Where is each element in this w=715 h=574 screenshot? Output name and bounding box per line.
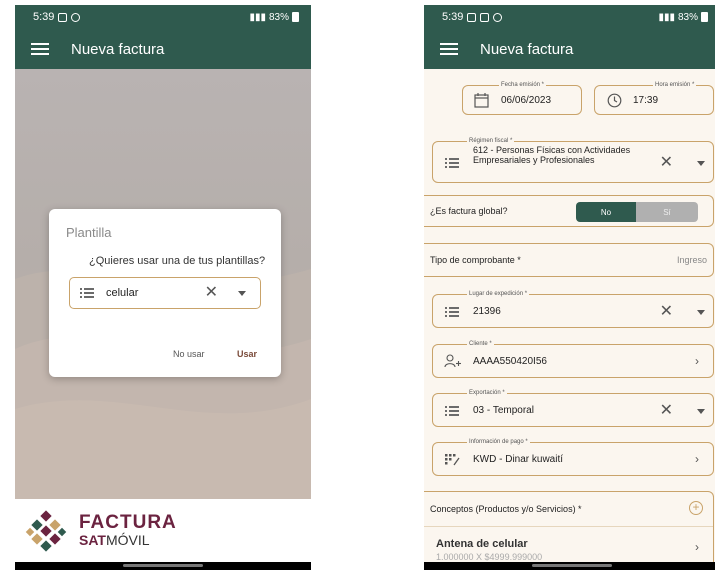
informacion-pago-value: KWD - Dinar kuwaití (473, 454, 564, 465)
regimen-fiscal-label: Régimen fiscal * (467, 137, 515, 145)
cliente-label: Cliente * (467, 340, 494, 348)
list-icon (445, 158, 459, 168)
status-bar: 5:39 ▮▮▮ 83% (424, 5, 715, 29)
chevron-right-icon[interactable]: › (695, 354, 699, 368)
tipo-comprobante-field[interactable]: Tipo de comprobante * Ingreso (424, 243, 714, 277)
logo-movil: MÓVIL (105, 532, 150, 548)
whatsapp-icon (71, 12, 81, 22)
system-nav-bar (424, 562, 715, 570)
template-select[interactable]: celular ✕ (69, 277, 261, 309)
page-title: Nueva factura (480, 40, 574, 58)
informacion-pago-label: Información de pago * (467, 438, 530, 446)
toggle-si-option[interactable]: Sí (636, 202, 698, 222)
logo-subtitle: SATMÓVIL (79, 532, 177, 548)
status-time: 5:39 (33, 11, 55, 23)
conceptos-section: Conceptos (Productos y/o Servicios) * + … (424, 491, 714, 562)
system-nav-bar (15, 562, 311, 570)
fecha-emision-label: Fecha emisión * (499, 81, 547, 89)
cliente-value: AAAA550420I56 (473, 356, 547, 367)
factura-logo-icon (25, 509, 67, 552)
image-icon (58, 12, 68, 22)
battery-icon (292, 12, 299, 22)
clear-icon[interactable]: ✕ (205, 285, 218, 301)
dialog-title: Plantilla (66, 225, 112, 240)
battery-level: 83% (677, 11, 698, 23)
home-gesture-bar[interactable] (123, 564, 203, 567)
add-concept-icon[interactable]: + (689, 501, 703, 515)
signal-icon: ▮▮▮ (658, 11, 675, 23)
clear-icon[interactable]: ✕ (660, 304, 673, 320)
left-phone-screen: 5:39 ▮▮▮ 83% Nueva factura Plantilla ¿Qu… (15, 5, 311, 570)
page-title: Nueva factura (71, 40, 165, 58)
clock-icon (607, 93, 622, 108)
template-dialog: Plantilla ¿Quieres usar una de tus plant… (49, 209, 281, 377)
toggle-no-option[interactable]: No (576, 202, 636, 222)
logo-sat: SAT (79, 532, 106, 548)
clear-icon[interactable]: ✕ (660, 403, 673, 419)
dialog-message: ¿Quieres usar una de tus plantillas? (89, 255, 266, 267)
chevron-right-icon[interactable]: › (695, 452, 699, 466)
fecha-emision-field[interactable]: Fecha emisión * 06/06/2023 (462, 81, 582, 115)
factura-global-row: ¿Es factura global? No Sí (424, 195, 714, 227)
image-icon (480, 12, 490, 22)
battery-icon (701, 12, 708, 22)
usar-button[interactable]: Usar (237, 349, 257, 359)
conceptos-label: Conceptos (Productos y/o Servicios) * (430, 504, 582, 514)
concept-item-detail: 1.000000 X $4999.999000 (436, 552, 543, 562)
right-phone-screen: 5:39 ▮▮▮ 83% Nueva factura Fecha emisión… (424, 5, 715, 570)
fecha-emision-value: 06/06/2023 (501, 95, 552, 106)
exportacion-label: Exportación * (467, 389, 507, 397)
regimen-fiscal-value: 612 - Personas Físicas con Actividades E… (473, 145, 631, 165)
factura-global-toggle[interactable]: No Sí (576, 202, 698, 222)
concept-item[interactable]: Antena de celular 1.000000 X $4999.99900… (424, 532, 713, 562)
menu-icon[interactable] (31, 43, 49, 55)
list-icon (445, 307, 459, 317)
clear-icon[interactable]: ✕ (660, 155, 673, 171)
concept-item-name: Antena de celular (436, 538, 528, 550)
list-icon (80, 288, 94, 298)
calendar-icon (474, 93, 489, 108)
app-bar: Nueva factura (424, 29, 715, 69)
signal-icon: ▮▮▮ (249, 11, 266, 23)
tipo-comprobante-label: Tipo de comprobante * (430, 255, 521, 265)
invoice-form: Fecha emisión * 06/06/2023 Hora emisión … (424, 69, 715, 562)
app-bar: Nueva factura (15, 29, 311, 69)
template-select-value: celular (106, 287, 139, 299)
home-gesture-bar[interactable] (532, 564, 612, 567)
factura-global-label: ¿Es factura global? (430, 206, 508, 216)
regimen-fiscal-field[interactable]: Régimen fiscal * 612 - Personas Físicas … (432, 137, 714, 183)
menu-icon[interactable] (440, 43, 458, 55)
hora-emision-field[interactable]: Hora emisión * 17:39 (594, 81, 714, 115)
keypad-icon (445, 454, 460, 466)
logo-title: FACTURA (79, 512, 177, 533)
lugar-expedicion-label: Lugar de expedición * (467, 290, 530, 298)
chevron-down-icon[interactable] (697, 161, 705, 166)
divider (424, 526, 713, 527)
battery-level: 83% (268, 11, 289, 23)
chevron-down-icon[interactable] (238, 290, 246, 296)
chevron-down-icon[interactable] (697, 409, 705, 414)
exportacion-value: 03 - Temporal (473, 405, 534, 416)
brand-footer: FACTURA SATMÓVIL (15, 499, 311, 562)
status-time: 5:39 (442, 11, 464, 23)
lugar-expedicion-value: 21396 (473, 306, 501, 317)
chevron-right-icon[interactable]: › (695, 540, 699, 554)
dimmed-background: Plantilla ¿Quieres usar una de tus plant… (15, 69, 311, 499)
hora-emision-label: Hora emisión * (653, 81, 697, 89)
list-icon (445, 406, 459, 416)
cliente-field[interactable]: Cliente * AAAA550420I56 › (432, 340, 714, 378)
no-usar-button[interactable]: No usar (173, 349, 205, 359)
chevron-down-icon[interactable] (697, 310, 705, 315)
exportacion-field[interactable]: Exportación * 03 - Temporal ✕ (432, 389, 714, 427)
image-icon (467, 12, 477, 22)
hora-emision-value: 17:39 (633, 95, 659, 106)
whatsapp-icon (493, 12, 503, 22)
lugar-expedicion-field[interactable]: Lugar de expedición * 21396 ✕ (432, 290, 714, 328)
status-bar: 5:39 ▮▮▮ 83% (15, 5, 311, 29)
tipo-comprobante-value: Ingreso (676, 255, 707, 265)
add-person-icon (444, 354, 461, 368)
informacion-pago-field[interactable]: Información de pago * KWD - Dinar kuwait… (432, 438, 714, 476)
